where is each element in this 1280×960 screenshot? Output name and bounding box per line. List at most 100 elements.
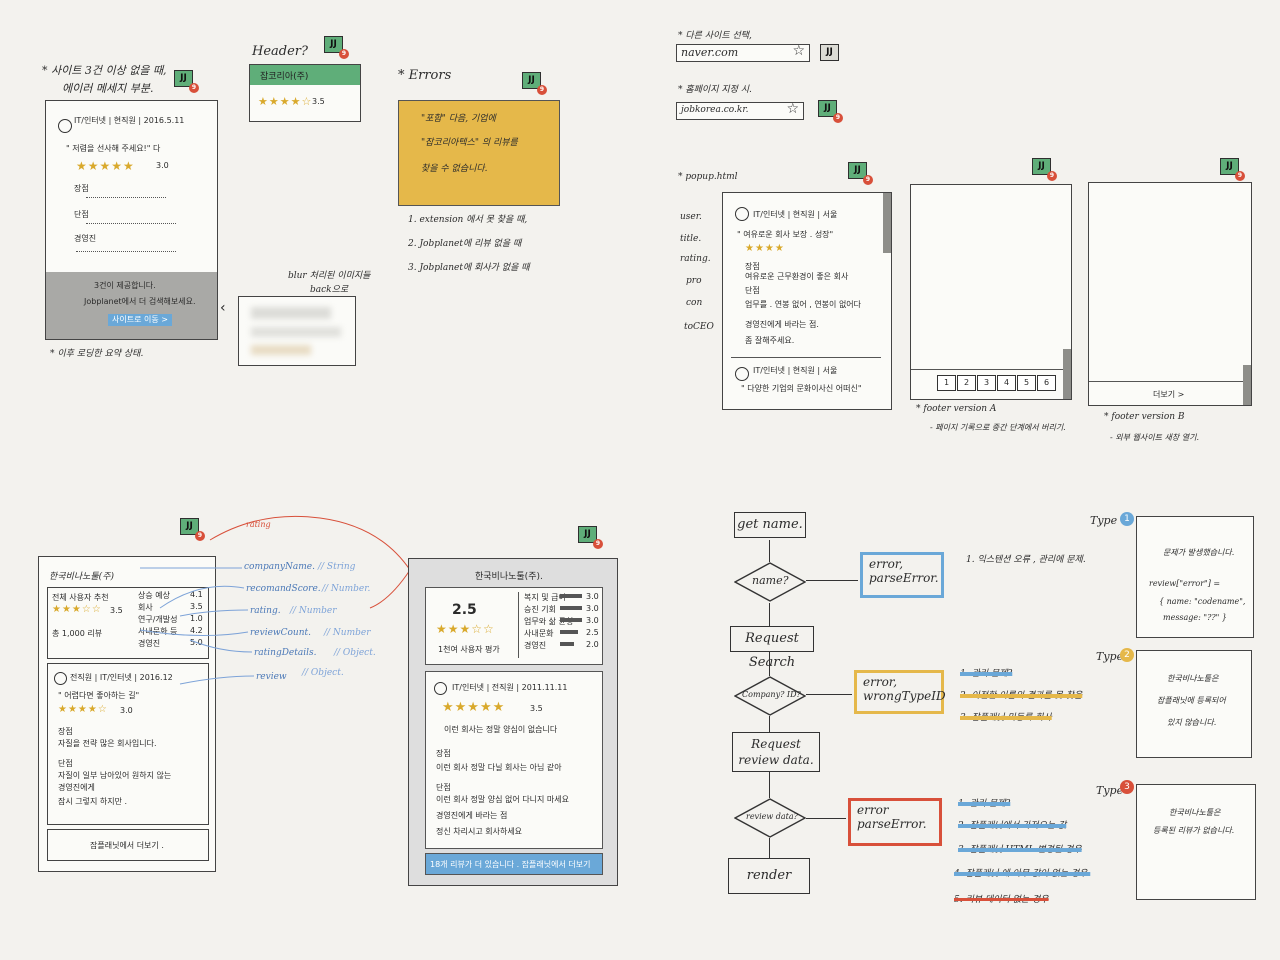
page-button[interactable]: 4 [997,375,1016,391]
flow-render: render [728,858,810,894]
error-box-3: error parseError. [848,798,942,846]
review-score: 3.0 [120,706,133,715]
panel-3-line: 한국비나노툴은 [1169,808,1221,817]
review-line: 잠시 그렇지 하지만 . [58,797,128,806]
review-header: IT/인터넷 | 전직원 | 2011.11.11 [452,683,568,692]
footer-b-label: * footer version B [1104,412,1185,422]
avatar-icon [54,672,67,685]
panel-1-line: review["error"] = [1149,579,1221,588]
review-card: IT/인터넷 | 전직원 | 2011.11.11 ★★★★★ 3.5 이런 회… [425,671,603,849]
message-panel-2: 한국비나노툴은 잡플래닛에 등록되어 있지 않습니다. [1136,650,1252,758]
flow-arrow [769,603,770,627]
flow-get-name: get name. [734,512,806,538]
review-title: " 다양한 기업의 문화이사신 어떠신" [741,384,862,393]
review-line: 업무를 . 연봉 없어 , 연봉이 없어다 [745,300,862,309]
more-footer[interactable]: 잡플래닛에서 더보기 . [47,829,209,861]
review-line: 좀 잘해주세요. [745,336,795,345]
review-header: IT/인터넷 | 현직원 | 서울 [753,366,838,375]
annot-key: review [256,672,287,682]
more-reviews-banner[interactable]: 18개 리뷰가 더 있습니다 . 잡플래닛에서 더보기 [425,853,603,875]
type-3-item: 4. 잡플래닛 에 아무 값이 없는 경우. [954,869,1091,879]
page-button[interactable]: 5 [1017,375,1036,391]
star-icon[interactable]: ☆ [786,101,799,117]
panel-2-line: 잡플래닛에 등록되어 [1157,696,1226,705]
site-input-naver[interactable]: naver.com ☆ [676,43,810,62]
avatar-icon [58,119,72,133]
blurred-text-line [86,221,176,224]
notification-badge-icon: 9 [189,83,199,93]
panel-3-line: 등록된 리뷰가 없습니다. [1153,826,1235,835]
review-title: " 저렴을 선사해 주세요!" 다 [66,144,161,153]
star-icon[interactable]: ☆ [792,43,805,59]
popup-html-label: * popup.html [678,172,738,182]
page-button[interactable]: 3 [977,375,996,391]
review-header: IT/인터넷 | 현직원 | 2016.5.11 [74,116,185,125]
annot-type: // Object. [334,648,376,658]
go-to-site-button[interactable]: 사이트로 이동 > [108,314,172,326]
blur-note-2: back으로 [310,285,349,295]
score-stars: ★★★☆☆ [52,604,102,615]
review-line: 단점 [58,759,73,768]
flow-arrow [806,580,858,581]
panel-2-line: 있지 않습니다. [1167,718,1217,727]
annot-type: // Number [324,628,371,638]
notification-badge-icon: 9 [863,175,873,185]
jj-logo-icon: JJ 9 [1220,158,1245,181]
scrollbar[interactable] [1243,365,1251,405]
error-box-2-line1: error, [863,675,898,689]
jj-logo-icon: JJ 9 [180,518,205,541]
field-toceo: toCEO [684,322,714,332]
avatar-icon [434,682,447,695]
bar-value: 2.5 [586,628,599,637]
jj-logo-icon: JJ 9 [818,100,843,123]
annot-type: // String [318,562,356,572]
type-3-item: 3. 잡플래닛 HTML 변경된 경우 [958,845,1082,855]
avatar-icon [735,207,749,221]
more-button-label: 잡플래닛에서 더보기 . [90,841,164,850]
jj-logo-icon: JJ 9 [578,526,603,549]
error-box-1-line2: parseError. [869,571,939,585]
cons-label: 단점 [74,210,89,219]
flow-arrow [769,772,770,798]
bar-value: 3.0 [586,616,599,625]
score-sub: 1천여 사용자 평가 [438,645,500,654]
message-panel-3: 한국비나노툴은 등록된 리뷰가 없습니다. [1136,784,1256,900]
review-line: 단점 [745,286,760,295]
notification-badge-icon: 9 [339,49,349,59]
rating-stars: ★★★★★ [76,159,135,173]
note-top-2: 에이러 메세지 부분. [62,82,154,95]
footer-divider [1089,381,1243,382]
flow-arrow [769,652,770,676]
page-button[interactable]: 2 [957,375,976,391]
flow-name-question: name? [752,574,789,587]
rating-bar [560,642,574,646]
type-3-badge: 3 [1120,780,1134,794]
wish-label: 경영진 [74,234,97,243]
review-line: 이런 회사 정말 양심 없어 다니지 마세요 [436,795,570,804]
error-line-2: "잡코리아텍스" 의 리뷰를 [421,138,518,148]
page-button[interactable]: 1 [937,375,956,391]
type-3-item: 1. 관리 문제? [958,799,1011,809]
site-input-jobkorea[interactable]: jobkorea.co.kr. ☆ [676,101,804,120]
notification-badge-icon: 9 [1235,171,1245,181]
header-score: 3.5 [312,97,325,106]
annot-type: // Number [290,606,337,616]
type-2-badge: 2 [1120,648,1134,662]
bar-label: 사내문화 [524,629,554,638]
review-header: IT/인터넷 | 현직원 | 서울 [753,210,838,219]
flow-request-review-label: Request review data. [738,737,814,767]
panel-1-line: message: "??" } [1163,613,1227,622]
footer-b-desc: - 외부 웹사이트 새창 열기. [1110,433,1200,442]
review-score: 3.5 [530,704,543,713]
page-button[interactable]: 6 [1037,375,1056,391]
more-button[interactable]: 더보기 > [1153,389,1184,400]
scrollbar[interactable] [883,193,891,253]
score-divider [518,592,519,658]
note-other-site: * 다른 사이트 선택, [678,31,752,41]
header-mock: 잡코리아(주) ★★★★☆ 3.5 [249,64,361,122]
scrollbar[interactable] [1063,349,1071,399]
annot-connectors [139,567,255,685]
bar-value: 2.0 [586,640,599,649]
type-3-item: 5. 리뷰 데이터 없는 경우 [954,895,1049,905]
blur-note: blur 처리된 이미지들 [288,271,371,281]
